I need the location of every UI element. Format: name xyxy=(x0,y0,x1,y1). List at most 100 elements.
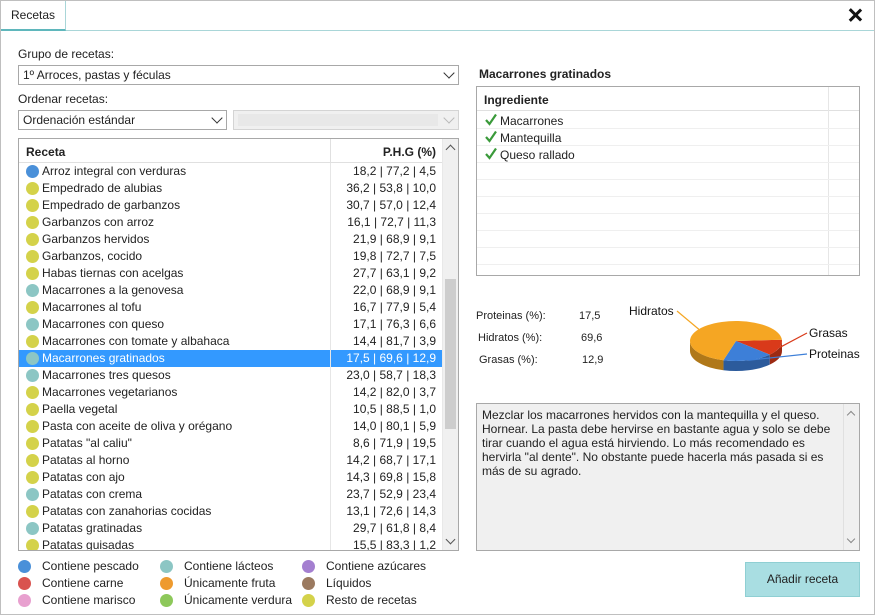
group-label: Grupo de recetas: xyxy=(18,47,115,61)
close-icon[interactable] xyxy=(848,8,862,22)
ingredient-row xyxy=(477,180,859,197)
scroll-thumb[interactable] xyxy=(445,279,456,429)
recipe-row[interactable]: Patatas gratinadas 29,7 | 61,8 | 8,4 xyxy=(19,520,442,537)
recipe-name: Macarrones vegetarianos xyxy=(42,385,178,399)
ingredient-name: Queso rallado xyxy=(500,148,575,162)
recipe-row[interactable]: Patatas con crema 23,7 | 52,9 | 23,4 xyxy=(19,486,442,503)
recipe-row[interactable]: Arroz integral con verduras 18,2 | 77,2 |… xyxy=(19,163,442,180)
nutrition-pie-chart: Hidratos Grasas Proteinas xyxy=(629,304,860,371)
recipe-row[interactable]: Garbanzos, cocido 19,8 | 72,7 | 7,5 xyxy=(19,248,442,265)
recipe-phg: 19,8 | 72,7 | 7,5 xyxy=(353,249,436,263)
legend-dot-icon xyxy=(160,577,173,590)
legend-dot-icon xyxy=(18,577,31,590)
nutrition-stat: Grasas (%): 12,9 xyxy=(479,354,609,368)
recipe-phg: 17,5 | 69,6 | 12,9 xyxy=(346,351,436,365)
recipe-row[interactable]: Macarrones tres quesos 23,0 | 58,7 | 18,3 xyxy=(19,367,442,384)
recipe-phg: 23,0 | 58,7 | 18,3 xyxy=(346,368,436,382)
recipe-name: Habas tiernas con acelgas xyxy=(42,266,184,280)
recipe-name: Arroz integral con verduras xyxy=(42,164,187,178)
checkmark-icon xyxy=(485,130,497,143)
recipe-phg: 21,9 | 68,9 | 9,1 xyxy=(353,232,436,246)
recipe-row[interactable]: Macarrones con tomate y albahaca 14,4 | 8… xyxy=(19,333,442,350)
pie-label-grasas: Grasas xyxy=(809,326,848,340)
category-dot-icon xyxy=(26,522,39,535)
recipe-name: Patatas gratinadas xyxy=(42,521,143,535)
recipe-name: Macarrones tres quesos xyxy=(42,368,171,382)
recipe-row[interactable]: Patatas con ajo 14,3 | 69,8 | 15,8 xyxy=(19,469,442,486)
recipe-row[interactable]: Macarrones vegetarianos 14,2 | 82,0 | 3,7 xyxy=(19,384,442,401)
recipe-name: Macarrones a la genovesa xyxy=(42,283,184,297)
recipe-name: Empedrado de alubias xyxy=(42,181,163,195)
checkmark-icon xyxy=(485,147,497,160)
ingredient-row: Mantequilla xyxy=(477,129,859,146)
category-dot-icon xyxy=(26,284,39,297)
ingredient-row xyxy=(477,248,859,265)
recipe-phg: 22,0 | 68,9 | 9,1 xyxy=(353,283,436,297)
scroll-down-icon[interactable] xyxy=(846,534,856,544)
scroll-up-icon[interactable] xyxy=(846,410,856,420)
legend-dot-icon xyxy=(302,594,315,607)
recipe-description-text: Mezclar los macarrones hervidos con la m… xyxy=(482,408,831,478)
recipe-phg: 27,7 | 63,1 | 9,2 xyxy=(353,266,436,280)
order-select[interactable]: Ordenación estándar xyxy=(18,110,227,130)
legend-label: Resto de recetas xyxy=(326,593,417,607)
recipe-phg: 14,2 | 82,0 | 3,7 xyxy=(353,385,436,399)
recipe-phg: 36,2 | 53,8 | 10,0 xyxy=(346,181,436,195)
nutrition-stat-value: 69,6 xyxy=(581,332,603,344)
category-dot-icon xyxy=(26,420,39,433)
recipe-row[interactable]: Patatas guisadas 15,5 | 83,3 | 1,2 xyxy=(19,537,442,551)
scroll-up-icon[interactable] xyxy=(445,144,456,155)
column-header-phg[interactable]: P.H.G (%) xyxy=(383,145,436,159)
legend-label: Únicamente verdura xyxy=(184,593,293,607)
column-header-receta[interactable]: Receta xyxy=(26,145,65,159)
add-recipe-button[interactable]: Añadir receta xyxy=(745,562,860,597)
category-dot-icon xyxy=(26,454,39,467)
group-select[interactable]: 1º Arroces, pastas y féculas xyxy=(18,65,459,85)
recipe-phg: 14,3 | 69,8 | 15,8 xyxy=(346,470,436,484)
category-dot-icon xyxy=(26,471,39,484)
recipe-row[interactable]: Habas tiernas con acelgas 27,7 | 63,1 | 9… xyxy=(19,265,442,282)
description-scrollbar[interactable] xyxy=(843,404,859,550)
recipe-list-scrollbar[interactable] xyxy=(442,139,458,550)
recipe-phg: 29,7 | 61,8 | 8,4 xyxy=(353,521,436,535)
legend-label: Líquidos xyxy=(326,576,372,590)
legend-label: Únicamente fruta xyxy=(184,576,276,590)
legend-dot-icon xyxy=(160,560,173,573)
chevron-down-icon xyxy=(443,112,455,124)
legend-label: Contiene azúcares xyxy=(326,559,427,573)
category-dot-icon xyxy=(26,267,39,280)
recipe-name: Patatas al horno xyxy=(42,453,130,467)
recipe-row[interactable]: Patatas al horno 14,2 | 68,7 | 17,1 xyxy=(19,452,442,469)
category-dot-icon xyxy=(26,318,39,331)
tab-recetas[interactable]: Recetas xyxy=(1,1,67,31)
recipe-name: Patatas con ajo xyxy=(42,470,125,484)
recipe-row[interactable]: Macarrones gratinados 17,5 | 69,6 | 12,9 xyxy=(19,350,442,367)
recipe-row[interactable]: Empedrado de garbanzos 30,7 | 57,0 | 12,4 xyxy=(19,197,442,214)
category-dot-icon xyxy=(26,233,39,246)
recipe-row[interactable]: Macarrones a la genovesa 22,0 | 68,9 | 9,… xyxy=(19,282,442,299)
recipe-row[interactable]: Garbanzos hervidos 21,9 | 68,9 | 9,1 xyxy=(19,231,442,248)
scroll-down-icon[interactable] xyxy=(445,534,456,545)
recipe-list[interactable]: Receta P.H.G (%) Arroz integral con verd… xyxy=(18,138,459,551)
recipe-list-header: Receta P.H.G (%) xyxy=(19,139,442,163)
ingredient-row xyxy=(477,214,859,231)
chevron-down-icon xyxy=(211,112,223,124)
recipe-row[interactable]: Pasta con aceite de oliva y orégano 14,0 … xyxy=(19,418,442,435)
recipe-row[interactable]: Paella vegetal 10,5 | 88,5 | 1,0 xyxy=(19,401,442,418)
recipe-phg: 13,1 | 72,6 | 14,3 xyxy=(346,504,436,518)
ingredient-name: Macarrones xyxy=(500,114,564,128)
legend-label: Contiene marisco xyxy=(42,593,136,607)
category-dot-icon xyxy=(26,369,39,382)
recipe-name: Patatas guisadas xyxy=(42,538,135,551)
recipe-phg: 14,0 | 80,1 | 5,9 xyxy=(353,419,436,433)
recipe-row[interactable]: Empedrado de alubias 36,2 | 53,8 | 10,0 xyxy=(19,180,442,197)
recipe-row[interactable]: Macarrones con queso 17,1 | 76,3 | 6,6 xyxy=(19,316,442,333)
order-label: Ordenar recetas: xyxy=(18,92,109,106)
recipe-row[interactable]: Patatas con zanahorias cocidas 13,1 | 72,… xyxy=(19,503,442,520)
recipe-row[interactable]: Garbanzos con arroz 16,1 | 72,7 | 11,3 xyxy=(19,214,442,231)
recipe-row[interactable]: Patatas "al caliu" 8,6 | 71,9 | 19,5 xyxy=(19,435,442,452)
recipe-name: Patatas con zanahorias cocidas xyxy=(42,504,212,518)
recipe-row[interactable]: Macarrones al tofu 16,7 | 77,9 | 5,4 xyxy=(19,299,442,316)
recipe-description: Mezclar los macarrones hervidos con la m… xyxy=(476,403,860,551)
recipe-name: Macarrones al tofu xyxy=(42,300,142,314)
